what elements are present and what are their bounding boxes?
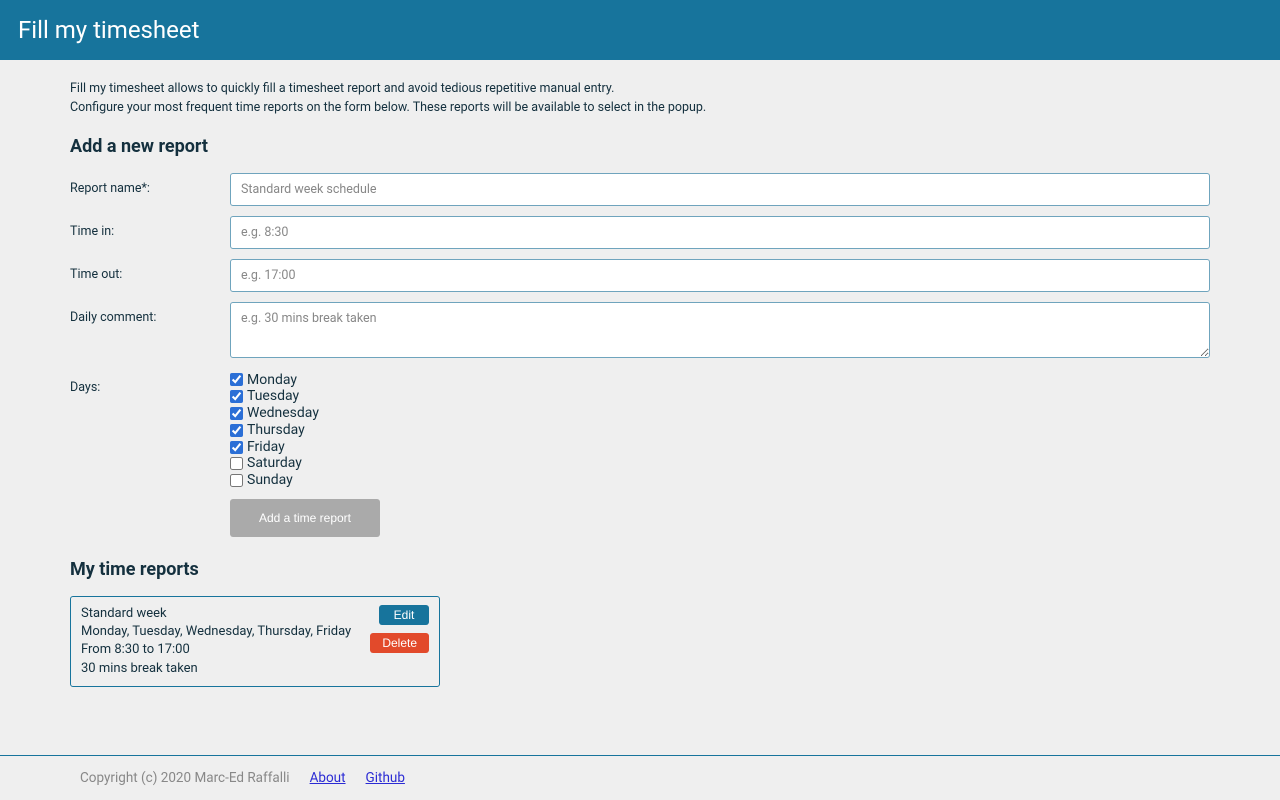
day-checkbox[interactable]: [230, 424, 243, 437]
footer-link-about[interactable]: About: [310, 770, 346, 786]
label-days: Days:: [70, 372, 230, 395]
row-time-in: Time in:: [70, 216, 1210, 249]
label-report-name: Report name*:: [70, 173, 230, 196]
report-info: Standard week Monday, Tuesday, Wednesday…: [81, 605, 370, 678]
time-in-input[interactable]: [230, 216, 1210, 249]
day-label: Thursday: [247, 422, 305, 439]
intro-text: Fill my timesheet allows to quickly fill…: [70, 80, 1210, 118]
edit-button[interactable]: Edit: [379, 605, 429, 625]
day-label: Friday: [247, 439, 285, 456]
time-out-input[interactable]: [230, 259, 1210, 292]
daily-comment-input[interactable]: [230, 302, 1210, 358]
day-label: Saturday: [247, 455, 302, 472]
day-option[interactable]: Wednesday: [230, 405, 1210, 422]
report-actions: Edit Delete: [370, 605, 429, 678]
day-checkbox[interactable]: [230, 457, 243, 470]
footer-link-github[interactable]: Github: [366, 770, 405, 786]
day-checkbox[interactable]: [230, 390, 243, 403]
add-report-button[interactable]: Add a time report: [230, 499, 380, 537]
day-label: Tuesday: [247, 388, 299, 405]
label-time-in: Time in:: [70, 216, 230, 239]
day-label: Wednesday: [247, 405, 319, 422]
day-option[interactable]: Sunday: [230, 472, 1210, 489]
day-option[interactable]: Friday: [230, 439, 1210, 456]
intro-line-1: Fill my timesheet allows to quickly fill…: [70, 80, 1210, 99]
day-option[interactable]: Thursday: [230, 422, 1210, 439]
report-days: Monday, Tuesday, Wednesday, Thursday, Fr…: [81, 623, 370, 641]
row-time-out: Time out:: [70, 259, 1210, 292]
app-title: Fill my timesheet: [18, 16, 199, 44]
add-report-heading: Add a new report: [70, 136, 1210, 157]
main-container: Fill my timesheet allows to quickly fill…: [70, 60, 1210, 687]
footer: Copyright (c) 2020 Marc-Ed Raffalli Abou…: [0, 755, 1280, 800]
report-times: From 8:30 to 17:00: [81, 641, 370, 659]
day-checkbox[interactable]: [230, 474, 243, 487]
days-list: MondayTuesdayWednesdayThursdayFridaySatu…: [230, 372, 1210, 490]
day-option[interactable]: Monday: [230, 372, 1210, 389]
day-label: Monday: [247, 372, 297, 389]
row-daily-comment: Daily comment:: [70, 302, 1210, 362]
my-reports-heading: My time reports: [70, 559, 1210, 580]
day-option[interactable]: Tuesday: [230, 388, 1210, 405]
label-daily-comment: Daily comment:: [70, 302, 230, 325]
day-checkbox[interactable]: [230, 373, 243, 386]
report-card: Standard week Monday, Tuesday, Wednesday…: [70, 596, 440, 687]
report-name-input[interactable]: [230, 173, 1210, 206]
report-name: Standard week: [81, 605, 370, 623]
delete-button[interactable]: Delete: [370, 633, 429, 653]
report-comment: 30 mins break taken: [81, 660, 370, 678]
intro-line-2: Configure your most frequent time report…: [70, 99, 1210, 118]
day-checkbox[interactable]: [230, 441, 243, 454]
day-checkbox[interactable]: [230, 407, 243, 420]
copyright-text: Copyright (c) 2020 Marc-Ed Raffalli: [80, 770, 290, 786]
row-days: Days: MondayTuesdayWednesdayThursdayFrid…: [70, 372, 1210, 538]
row-report-name: Report name*:: [70, 173, 1210, 206]
day-label: Sunday: [247, 472, 293, 489]
app-header: Fill my timesheet: [0, 0, 1280, 60]
label-time-out: Time out:: [70, 259, 230, 282]
day-option[interactable]: Saturday: [230, 455, 1210, 472]
